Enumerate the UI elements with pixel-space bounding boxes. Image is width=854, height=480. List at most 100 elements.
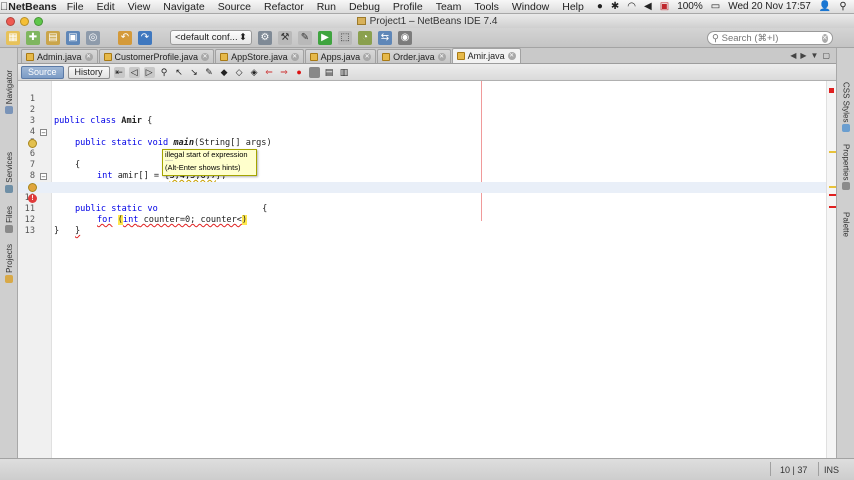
menu-run[interactable]: Run [317,1,336,13]
pin-icon[interactable]: ◎ [86,30,100,45]
menu-file[interactable]: File [67,1,84,13]
debug-icon[interactable]: ⬚ [338,30,352,45]
code-line-11[interactable]: 11 ! } [18,193,836,236]
close-tab-icon[interactable]: ✕ [290,52,299,61]
code-line-13[interactable]: 13 [18,215,836,236]
menu-window[interactable]: Window [512,1,549,13]
fold-collapse-icon[interactable]: − [40,129,47,137]
code-line-10[interactable]: 10 for (int counter=0; counter<) [18,182,836,225]
code-line-12[interactable]: 12 } [18,204,836,236]
profile-icon[interactable]: ◔ [358,30,372,45]
code-line-9[interactable]: 9 − public static vo { [18,171,836,214]
toggle-bookmark-icon[interactable]: ◈ [249,67,260,78]
menu-navigate[interactable]: Navigate [163,1,204,13]
menu-view[interactable]: View [128,1,151,13]
app-menu[interactable]: NetBeans [8,1,56,13]
menu-help[interactable]: Help [562,1,584,13]
tab-apps-java[interactable]: Apps.java ✕ [304,49,377,63]
close-tab-icon[interactable]: ✕ [201,52,210,61]
error-stripe-mark[interactable] [829,194,836,196]
find-next-icon[interactable]: ↘ [189,67,200,78]
tab-customerprofile-java[interactable]: CustomerProfile.java ✕ [98,49,215,63]
error-icon[interactable]: ! [28,194,37,203]
code-line-7[interactable]: 7 [18,149,836,170]
services-tab[interactable]: Services [1,152,17,193]
tab-order-java[interactable]: Order.java ✕ [377,49,451,63]
code-line-8[interactable]: 8 } [18,160,836,192]
save-all-icon[interactable]: ▣ [66,30,80,45]
clean-build-icon[interactable]: ✎ [298,30,312,45]
clock[interactable]: Wed 20 Nov 17:57 [728,1,811,12]
back-icon[interactable]: ◁ [128,66,140,78]
code-line-5[interactable]: 5 − { [18,127,836,170]
palette-tab[interactable]: Palette [839,212,853,237]
shift-left-icon[interactable]: ⇐ [264,67,275,78]
find-previous-icon[interactable]: ↖ [174,67,185,78]
flag-icon[interactable]: ▣ [660,1,669,12]
insert-mode[interactable]: INS [824,465,839,475]
bluetooth-icon[interactable]: ✱ [611,1,619,12]
warning-icon[interactable] [28,139,37,148]
gear-icon[interactable]: ⚙ [258,30,272,45]
toggle-highlight-icon[interactable]: ✎ [204,67,215,78]
close-tab-icon[interactable]: ✕ [84,52,93,61]
apply-changes-icon[interactable]: ⇆ [378,30,392,45]
search-input[interactable] [721,32,822,44]
menu-team[interactable]: Team [436,1,462,13]
code-line-1[interactable]: 1 [18,83,836,104]
wifi-icon[interactable]: ◠ [627,1,636,12]
error-warning-icon[interactable] [28,183,37,192]
files-tab[interactable]: Files [1,206,17,233]
find-icon[interactable]: ⚲ [159,67,170,78]
configuration-select[interactable]: <default conf... ⬍ [170,30,252,45]
record-icon[interactable]: ● [597,1,603,12]
error-stripe[interactable] [826,81,836,458]
volume-icon[interactable]: ◀ [644,1,652,12]
close-tab-icon[interactable]: ✕ [507,52,516,60]
undo-icon[interactable]: ↶ [118,30,132,45]
user-icon[interactable]: 👤 [819,1,831,12]
source-button[interactable]: Source [21,65,64,79]
new-file-icon[interactable]: ✚ [26,30,40,45]
previous-bookmark-icon[interactable]: ◆ [219,67,230,78]
code-editor[interactable]: 1 2 public class Amir { 3 4 public stati… [18,81,836,458]
code-line-3[interactable]: 3 [18,105,836,126]
projects-tab[interactable]: Projects [1,244,17,283]
close-tab-icon[interactable]: ✕ [363,52,372,61]
open-project-icon[interactable]: ▤ [46,30,60,45]
spotlight-icon[interactable]: ⚲ [839,1,846,12]
tab-appstore-java[interactable]: AppStore.java ✕ [215,49,304,63]
error-summary-icon[interactable] [829,88,834,93]
menu-source[interactable]: Source [218,1,251,13]
menu-profile[interactable]: Profile [393,1,423,13]
uncomment-icon[interactable]: ▥ [339,67,350,78]
shift-right-icon[interactable]: ⇒ [279,67,290,78]
last-edit-icon[interactable]: ⇤ [113,66,125,78]
tab-list-icon[interactable]: ▼ [811,51,819,60]
start-macro-icon[interactable]: ● [294,67,305,78]
menu-tools[interactable]: Tools [474,1,499,13]
scroll-right-icon[interactable]: ▶ [800,51,806,60]
code-line-2[interactable]: 2 public class Amir { [18,94,836,126]
warning-stripe-mark[interactable] [829,186,836,188]
fold-collapse-icon[interactable]: − [40,173,47,181]
clear-search-icon[interactable]: ✕ [821,33,828,43]
history-button[interactable]: History [67,65,110,79]
stop-macro-icon[interactable] [308,66,320,78]
navigator-tab[interactable]: Navigator [1,70,17,115]
tab-admin-java[interactable]: Admin.java ✕ [21,49,98,63]
tab-amir-java[interactable]: Amir.java ✕ [451,48,521,63]
battery-icon[interactable]: ▭ [711,1,720,12]
comment-icon[interactable]: ▤ [324,67,335,78]
menu-debug[interactable]: Debug [349,1,380,13]
close-window-button[interactable] [6,16,15,26]
code-line-4[interactable]: 4 public static void main(String[] args) [18,116,836,148]
zoom-window-button[interactable] [34,16,43,26]
maximize-icon[interactable]: ▢ [822,51,830,60]
error-stripe-mark[interactable] [829,206,836,208]
redo-icon[interactable]: ↷ [138,30,152,45]
apple-icon[interactable]:  [0,1,8,13]
forward-icon[interactable]: ▷ [143,66,155,78]
memory-icon[interactable]: ◉ [398,30,412,45]
scroll-left-icon[interactable]: ◀ [790,51,796,60]
